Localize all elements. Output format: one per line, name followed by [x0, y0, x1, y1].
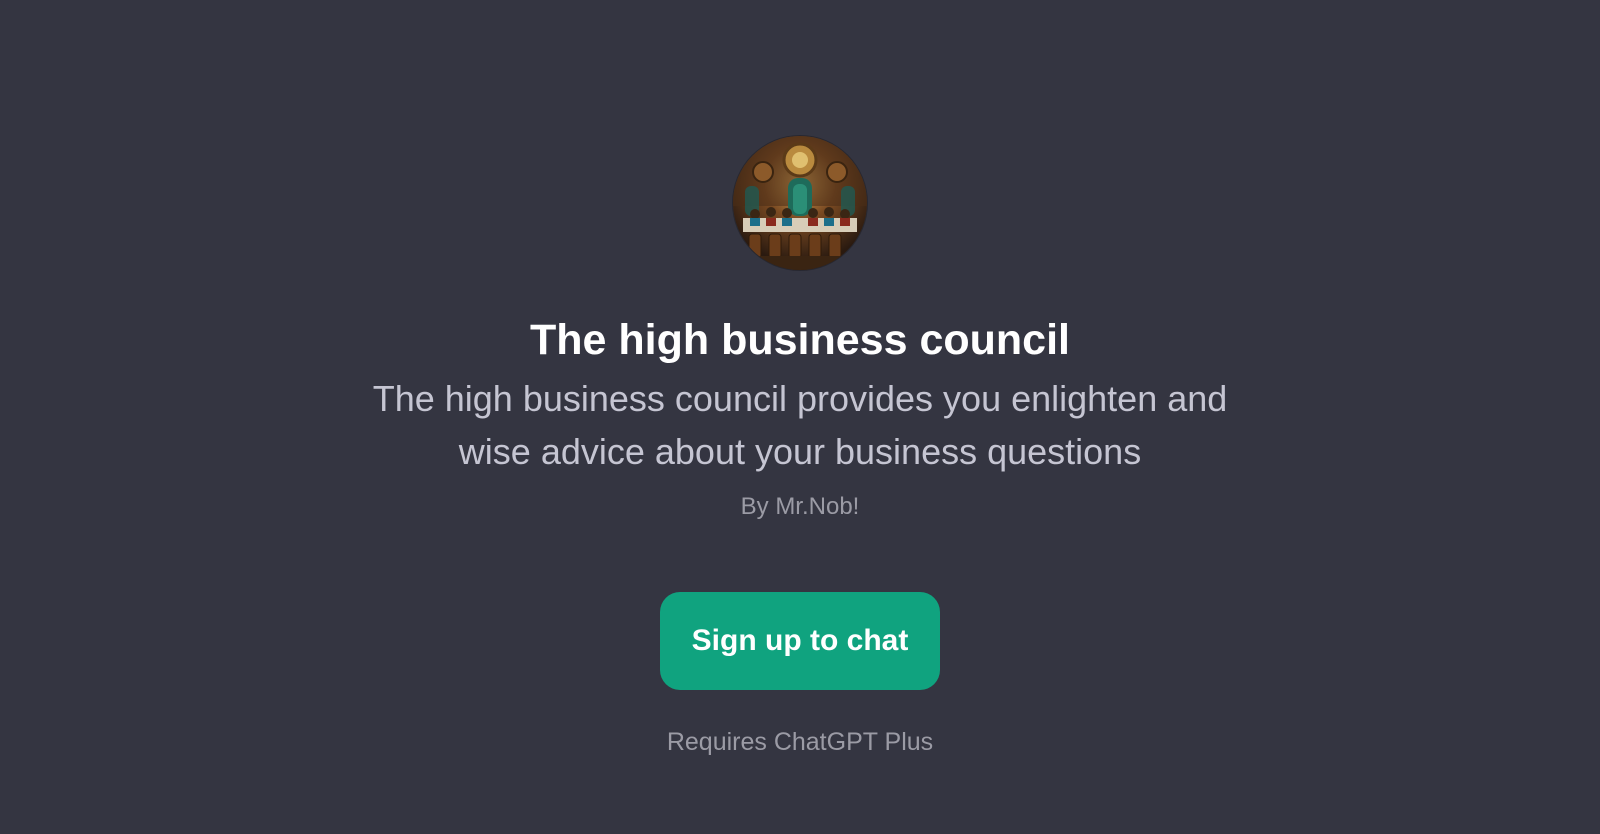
- plus-requirement-note: Requires ChatGPT Plus: [666, 728, 934, 756]
- gpt-author: By Mr.Nob!: [740, 493, 860, 520]
- sign-up-to-chat-button[interactable]: Sign up to chat: [660, 592, 940, 690]
- gpt-description: The high business council provides you e…: [372, 378, 1228, 472]
- gpt-title: The high business council: [530, 316, 1070, 364]
- gpt-avatar: [733, 136, 867, 270]
- gpt-landing: The high business council The high busin…: [0, 0, 1600, 834]
- council-hall-image: [733, 136, 867, 270]
